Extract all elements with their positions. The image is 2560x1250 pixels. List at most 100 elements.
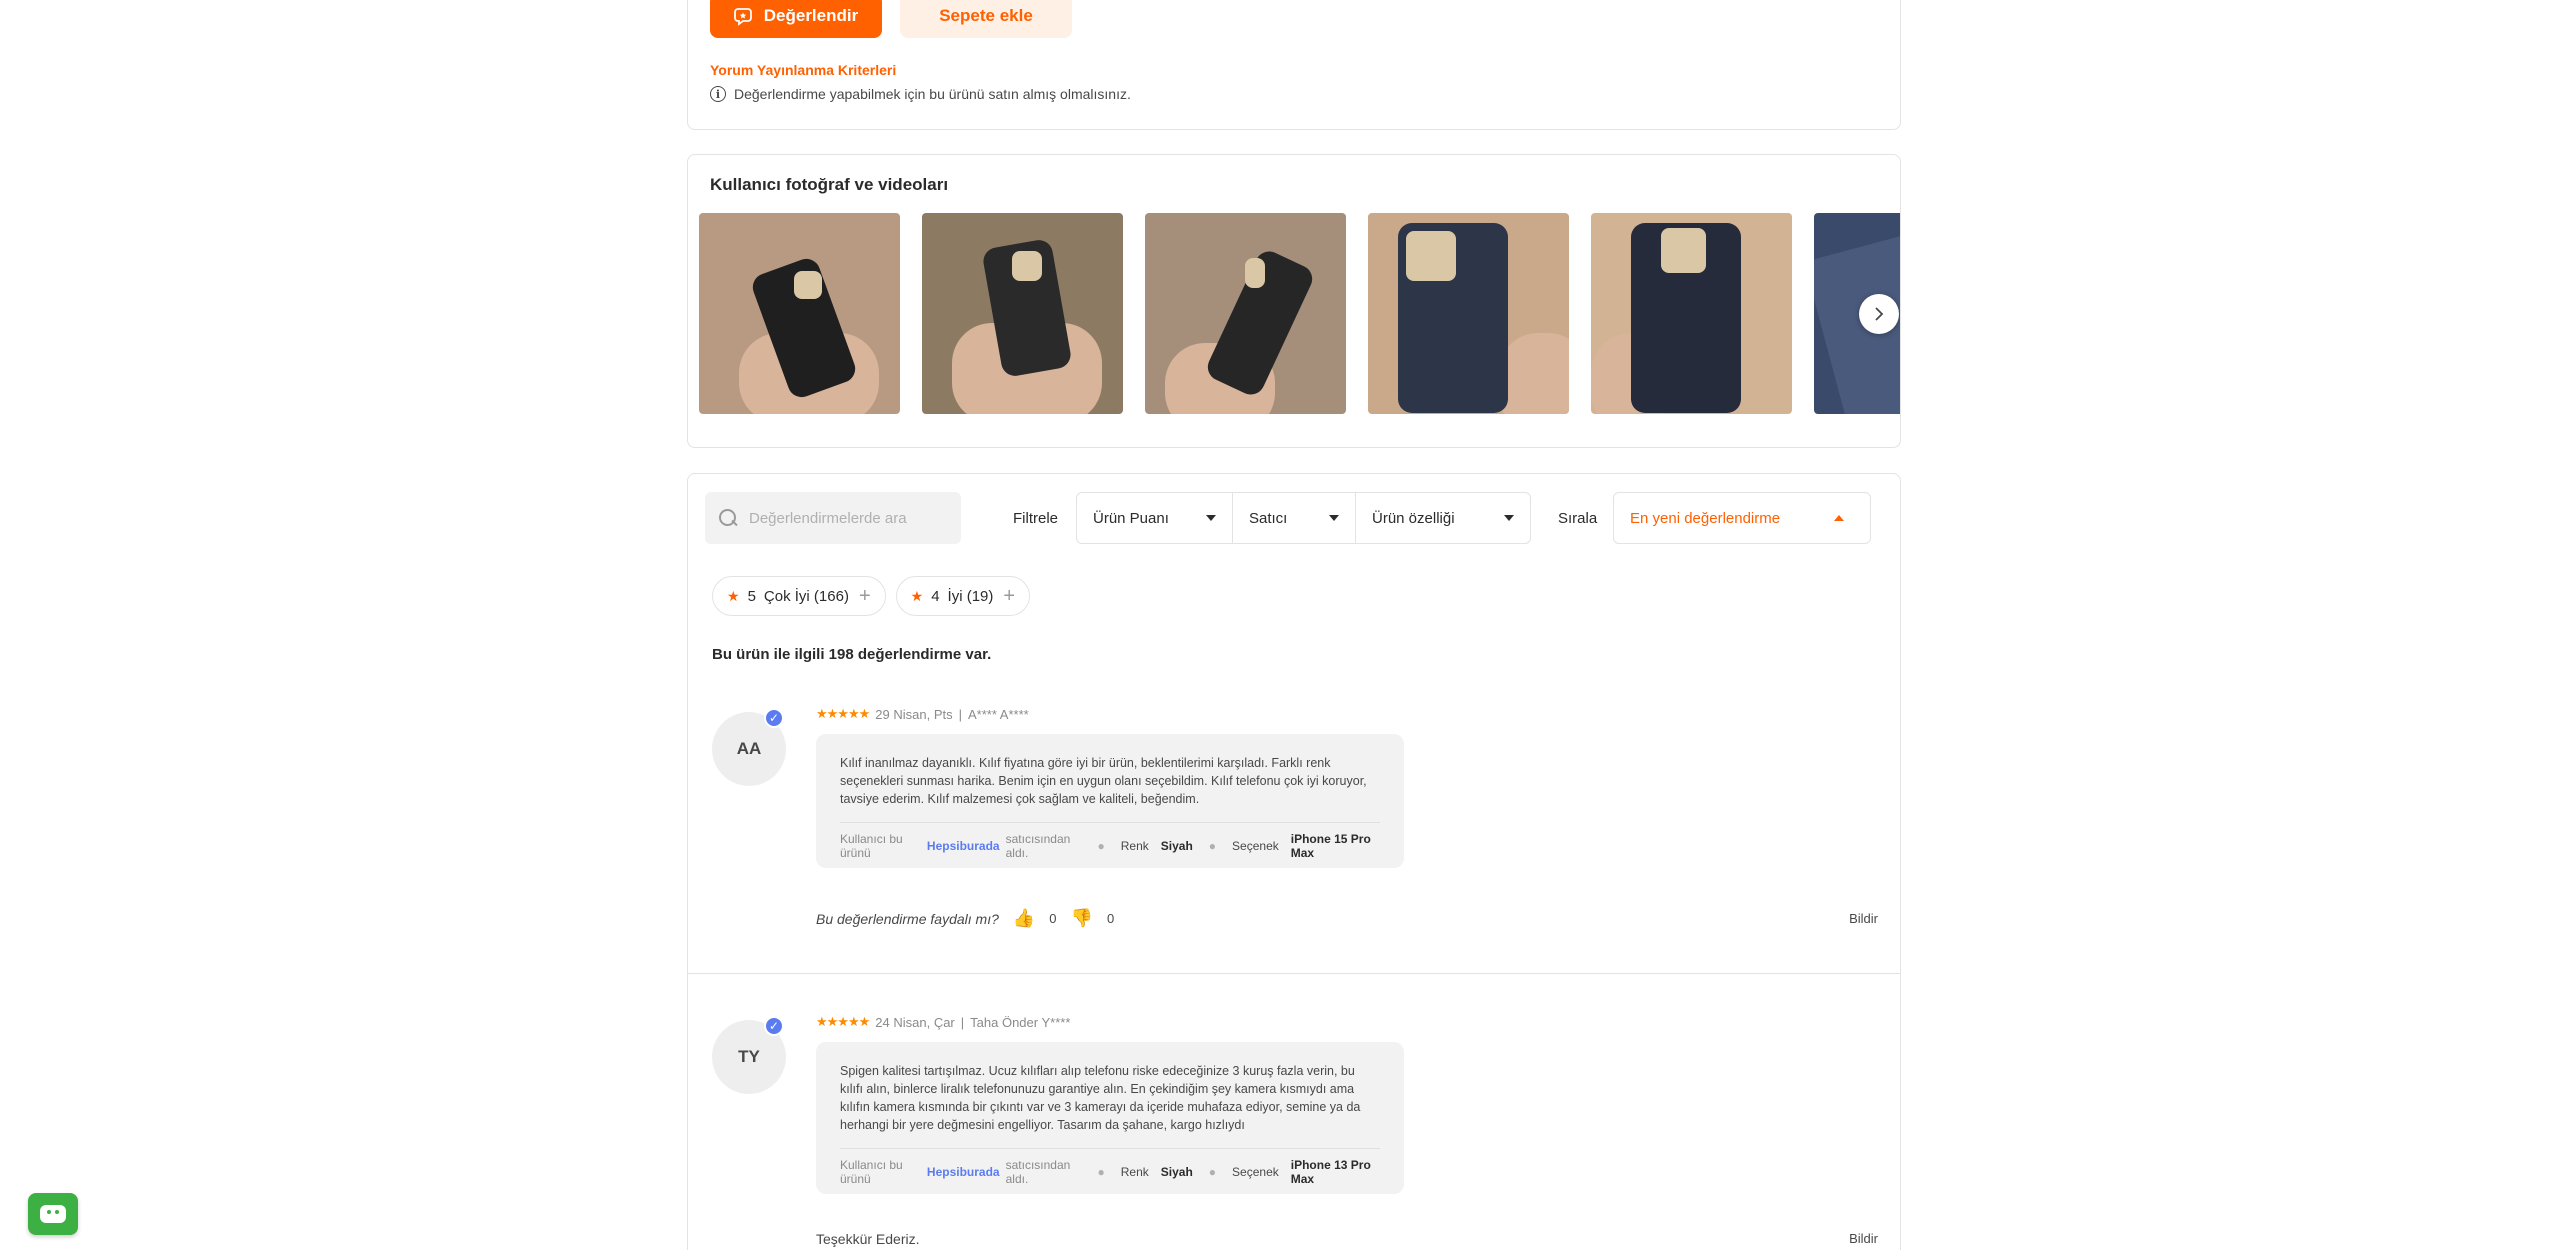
option-label: Seçenek bbox=[1232, 838, 1279, 853]
camera-cutout-shape bbox=[1406, 231, 1456, 281]
option-value: iPhone 15 Pro Max bbox=[1290, 831, 1371, 860]
dot-separator: ● bbox=[1097, 838, 1105, 853]
chip-stars-value: 4 bbox=[931, 587, 940, 605]
dot-separator: ● bbox=[1097, 1164, 1105, 1179]
seller-link[interactable]: Hepsiburada bbox=[927, 839, 1000, 853]
option-label: Seçenek bbox=[1232, 1164, 1279, 1179]
review-author: Taha Önder Y**** bbox=[970, 1014, 1071, 1030]
color-label: Renk bbox=[1120, 1164, 1149, 1179]
report-link[interactable]: Bildir bbox=[1849, 911, 1878, 926]
caret-up-icon bbox=[1834, 515, 1844, 521]
user-photo-thumbnail[interactable] bbox=[1368, 213, 1569, 414]
review-author: A**** A**** bbox=[968, 706, 1029, 722]
option-value: iPhone 13 Pro Max bbox=[1290, 1157, 1371, 1186]
chevron-right-icon bbox=[1875, 307, 1884, 321]
thumbs-down-icon[interactable]: 👎 bbox=[1071, 908, 1093, 929]
rating-chips: ★ 5 Çok İyi (166) + ★ 4 İyi (19) + bbox=[712, 576, 1031, 616]
camera-cutout-shape bbox=[1012, 251, 1042, 281]
color-value: Siyah bbox=[1160, 838, 1193, 853]
chip-stars-value: 5 bbox=[747, 587, 756, 605]
search-icon bbox=[719, 509, 737, 527]
user-photo-thumbnail[interactable] bbox=[922, 213, 1123, 414]
seller-filter-dropdown[interactable]: Satıcı bbox=[1233, 493, 1356, 543]
rating-filter-label: Ürün Puanı bbox=[1093, 509, 1169, 527]
review-search-input[interactable] bbox=[749, 509, 949, 527]
sort-label: Sırala bbox=[1558, 510, 1598, 527]
user-photos-title: Kullanıcı fotoğraf ve videoları bbox=[710, 175, 949, 194]
filter-dropdowns: Ürün Puanı Satıcı Ürün özelliği bbox=[1076, 492, 1531, 544]
seller-link[interactable]: Hepsiburada bbox=[927, 1165, 1000, 1179]
chip-label: İyi (19) bbox=[947, 587, 994, 605]
review-divider bbox=[688, 973, 1900, 974]
reviews-card: Filtrele Ürün Puanı Satıcı Ürün özelliği… bbox=[687, 473, 1901, 1250]
purchase-required-text: Değerlendirme yapabilmek için bu ürünü s… bbox=[734, 86, 1131, 102]
helpful-question: Bu değerlendirme faydalı mı? bbox=[816, 910, 999, 927]
add-to-cart-label: Sepete ekle bbox=[939, 6, 1033, 25]
filter-label: Filtrele bbox=[1013, 510, 1059, 527]
star-icon: ★ bbox=[910, 587, 924, 604]
add-to-cart-button[interactable]: Sepete ekle bbox=[900, 0, 1072, 38]
rate-button-label: Değerlendir bbox=[763, 6, 859, 25]
report-link[interactable]: Bildir bbox=[1849, 1231, 1878, 1246]
review-count-text: Bu ürün ile ilgili 198 değerlendirme var… bbox=[712, 646, 992, 663]
chip-5-stars[interactable]: ★ 5 Çok İyi (166) + bbox=[712, 576, 886, 616]
chip-label: Çok İyi (166) bbox=[763, 587, 849, 605]
down-vote-count: 0 bbox=[1106, 911, 1115, 926]
review-actions-card: Değerlendir Sepete ekle Yorum Yayınlanma… bbox=[687, 0, 1901, 130]
sort-value: En yeni değerlendirme bbox=[1630, 509, 1781, 527]
user-photo-thumbnail[interactable] bbox=[1591, 213, 1792, 414]
review-purchase-info: Kullanıcı bu ürünü Hepsiburada satıcısın… bbox=[840, 822, 1380, 868]
seller-prefix: Kullanıcı bu ürünü bbox=[840, 831, 903, 860]
seller-suffix: satıcısından aldı. bbox=[1005, 1157, 1071, 1186]
rate-button[interactable]: Değerlendir bbox=[710, 0, 882, 38]
photo-strip bbox=[699, 213, 1900, 414]
seller-filter-label: Satıcı bbox=[1249, 509, 1288, 527]
color-value: Siyah bbox=[1160, 1164, 1193, 1179]
review-meta: ★★★★★ 29 Nisan, Pts | A**** A**** bbox=[816, 706, 1029, 722]
review-meta: ★★★★★ 24 Nisan, Çar | Taha Önder Y**** bbox=[816, 1014, 1070, 1030]
review-bubble: Kılıf inanılmaz dayanıklı. Kılıf fiyatın… bbox=[816, 734, 1404, 868]
up-vote-count: 0 bbox=[1049, 911, 1057, 926]
user-photo-thumbnail[interactable] bbox=[699, 213, 900, 414]
camera-cutout-shape bbox=[1245, 258, 1265, 288]
carousel-next-button[interactable] bbox=[1859, 294, 1899, 334]
helpful-row: Bu değerlendirme faydalı mı? 👍 0 👎 0 bbox=[816, 908, 1114, 929]
sort-dropdown[interactable]: En yeni değerlendirme bbox=[1613, 492, 1871, 544]
rating-stars-icon: ★★★★★ bbox=[816, 706, 870, 721]
seller-prefix: Kullanıcı bu ürünü bbox=[840, 1157, 903, 1186]
chip-4-stars[interactable]: ★ 4 İyi (19) + bbox=[895, 576, 1031, 616]
star-icon: ★ bbox=[727, 587, 740, 604]
color-label: Renk bbox=[1120, 838, 1149, 853]
plus-icon: + bbox=[858, 584, 871, 607]
meta-separator: | bbox=[960, 1014, 965, 1030]
thanks-text: Teşekkür Ederiz. bbox=[816, 1231, 920, 1247]
review-search-box[interactable] bbox=[705, 492, 961, 544]
review-date: 29 Nisan, Pts bbox=[875, 706, 953, 722]
review-criteria-link[interactable]: Yorum Yayınlanma Kriterleri bbox=[710, 62, 896, 78]
plus-icon: + bbox=[1003, 584, 1016, 607]
purchase-required-note: i Değerlendirme yapabilmek için bu ürünü… bbox=[710, 86, 1131, 102]
verified-badge-icon: ✓ bbox=[764, 1016, 784, 1036]
camera-cutout-shape bbox=[1661, 228, 1706, 273]
user-photos-card: Kullanıcı fotoğraf ve videoları bbox=[687, 154, 1901, 448]
review-text: Kılıf inanılmaz dayanıklı. Kılıf fiyatın… bbox=[840, 756, 1367, 806]
review-bubble: Spigen kalitesi tartışılmaz. Ucuz kılıfl… bbox=[816, 1042, 1404, 1194]
dot-separator: ● bbox=[1208, 1164, 1217, 1179]
thumbs-up-icon[interactable]: 👍 bbox=[1013, 908, 1035, 929]
verified-badge-icon: ✓ bbox=[764, 708, 784, 728]
rating-filter-dropdown[interactable]: Ürün Puanı bbox=[1077, 493, 1233, 543]
caret-down-icon bbox=[1329, 515, 1339, 521]
review-purchase-info: Kullanıcı bu ürünü Hepsiburada satıcısın… bbox=[840, 1148, 1380, 1194]
info-icon: i bbox=[710, 86, 726, 102]
rate-icon bbox=[733, 8, 752, 26]
user-photo-thumbnail[interactable] bbox=[1145, 213, 1346, 414]
feature-filter-label: Ürün özelliği bbox=[1372, 509, 1455, 527]
chat-bot-icon bbox=[40, 1205, 66, 1223]
rating-stars-icon: ★★★★★ bbox=[816, 1014, 870, 1029]
seller-suffix: satıcısından aldı. bbox=[1005, 831, 1071, 860]
feature-filter-dropdown[interactable]: Ürün özelliği bbox=[1356, 493, 1530, 543]
dot-separator: ● bbox=[1208, 838, 1217, 853]
meta-separator: | bbox=[958, 706, 962, 722]
chat-assistant-button[interactable] bbox=[28, 1193, 78, 1235]
review-text: Spigen kalitesi tartışılmaz. Ucuz kılıfl… bbox=[840, 1064, 1361, 1132]
